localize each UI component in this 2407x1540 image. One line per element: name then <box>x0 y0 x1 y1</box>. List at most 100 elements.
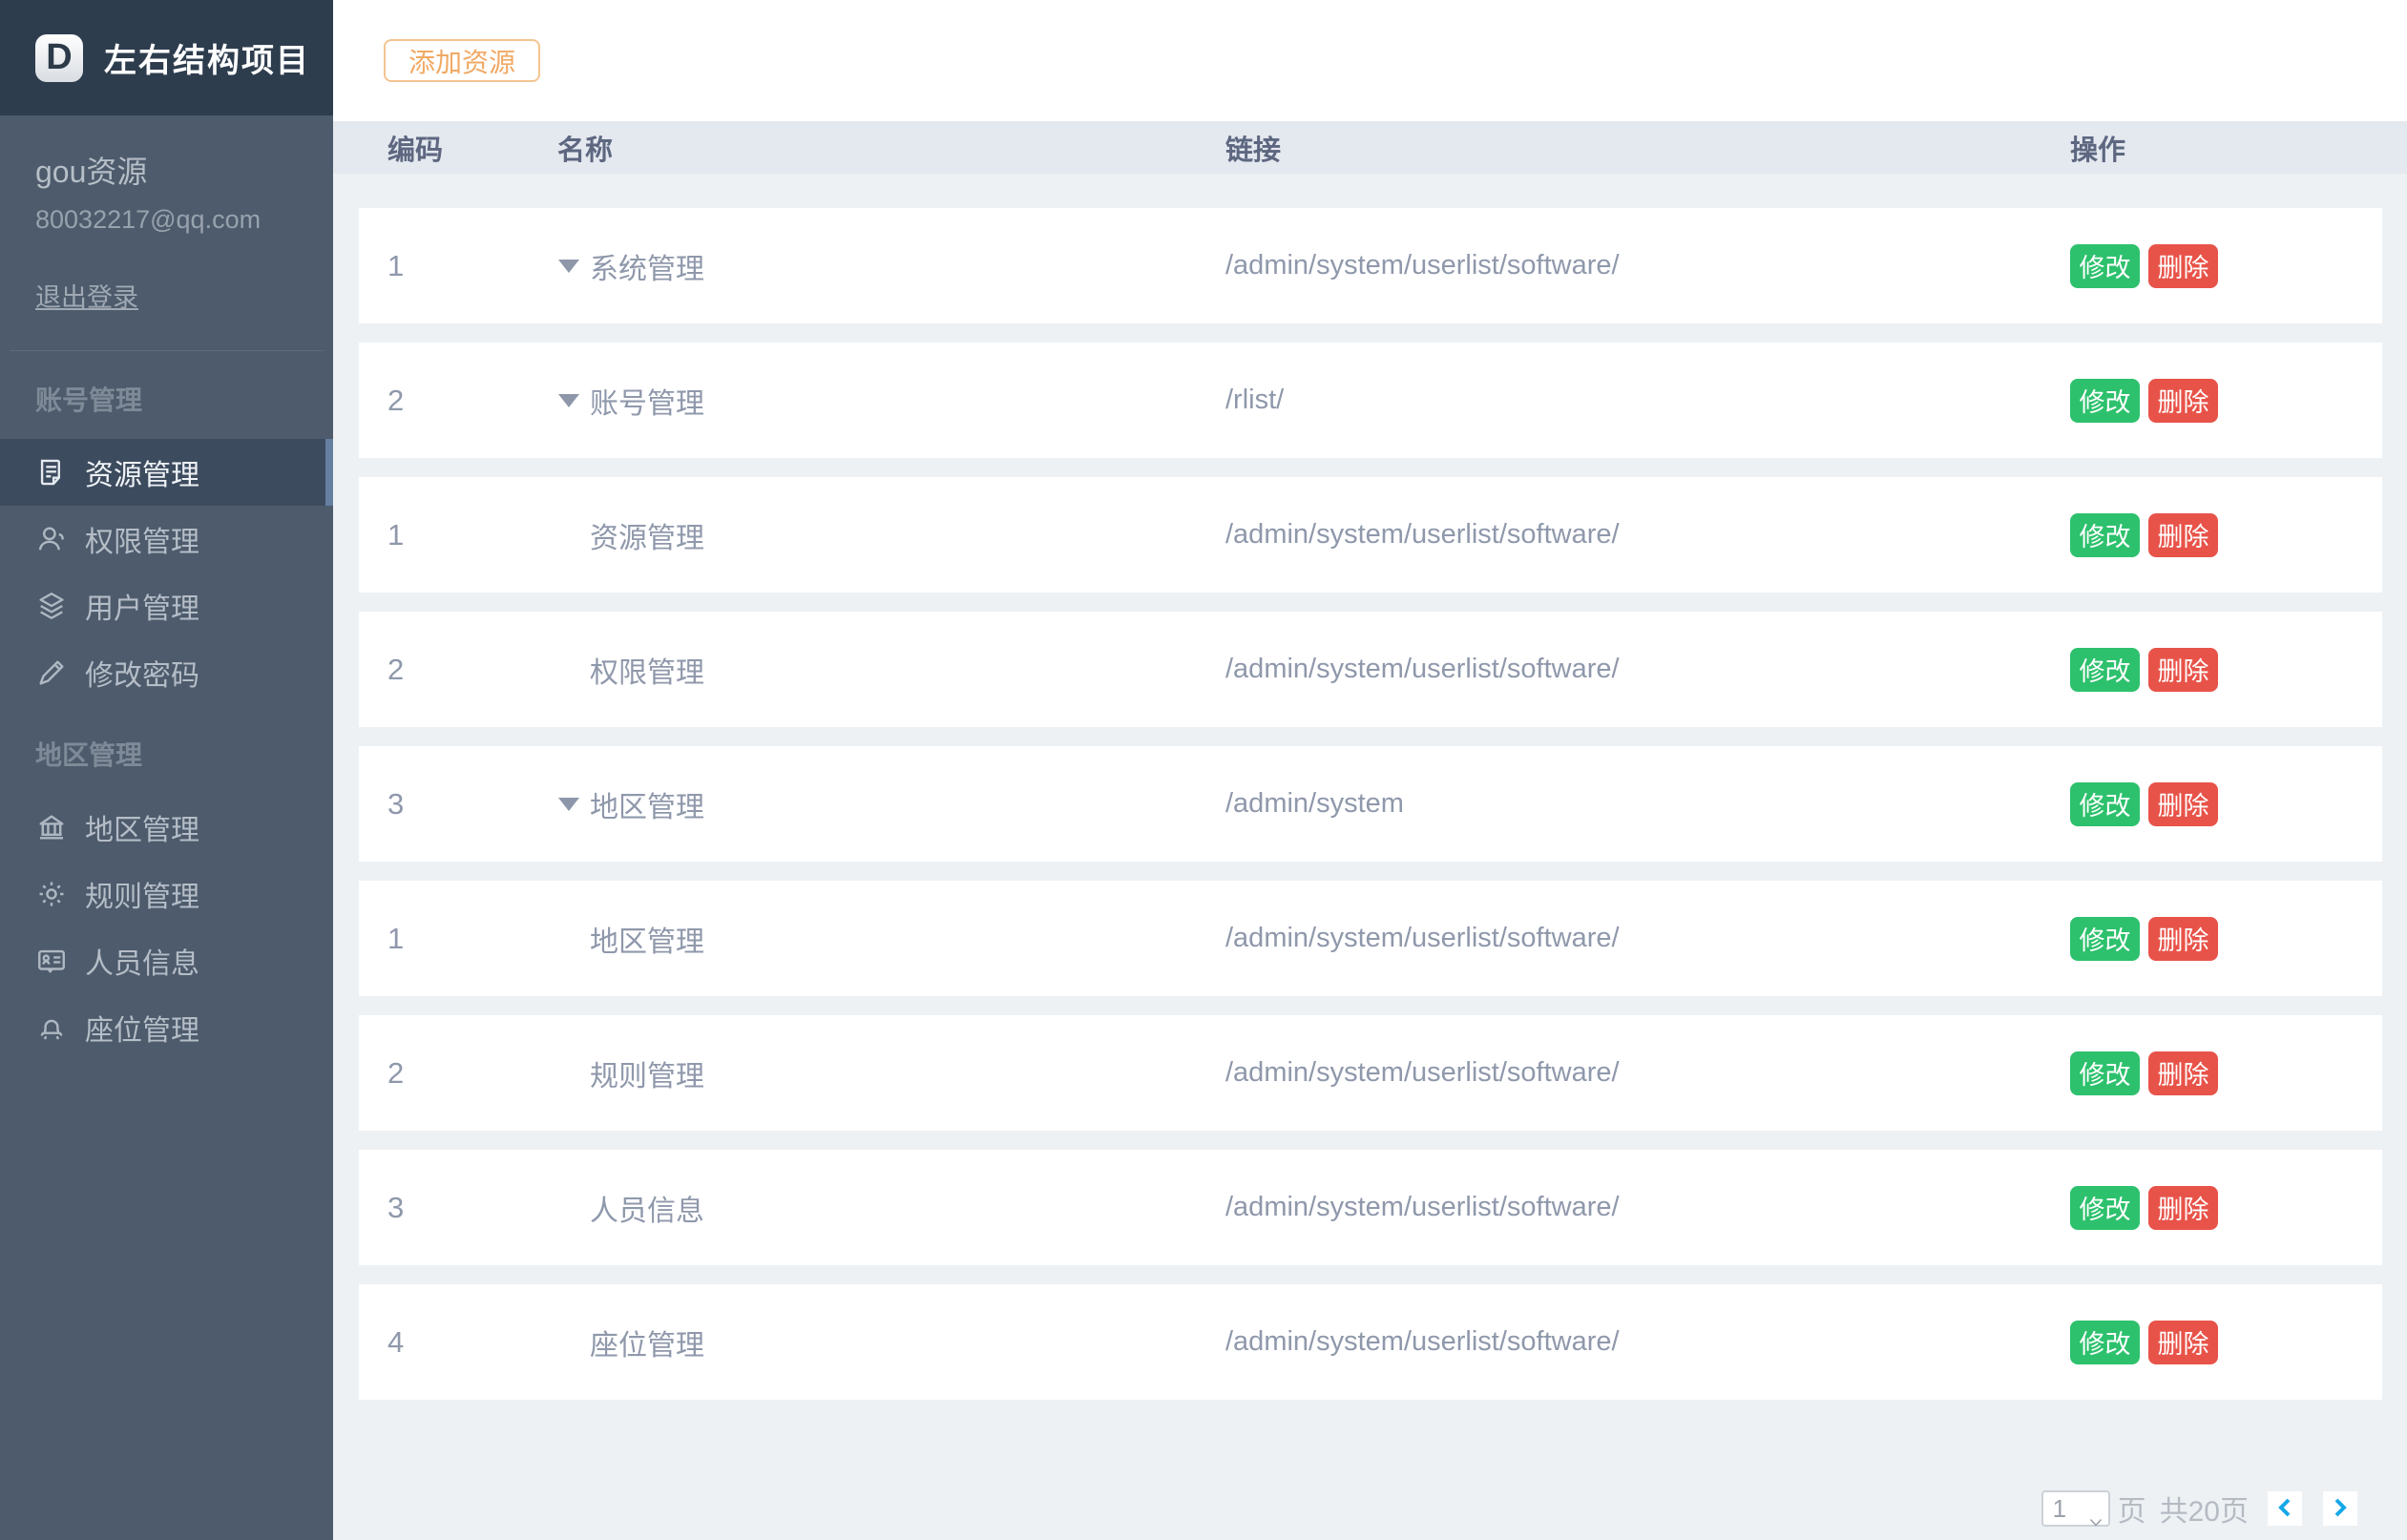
row-name: 资源管理 <box>557 514 1225 556</box>
table-body: 1 系统管理 /admin/system/userlist/software/ … <box>333 174 2407 1419</box>
page-total-label: 共20页 <box>2160 1488 2249 1530</box>
sidebar-section-label-account: 账号管理 <box>0 351 333 439</box>
table-row: 3 地区管理 /admin/system 修改 删除 <box>359 746 2382 862</box>
table-row: 1 地区管理 /admin/system/userlist/software/ … <box>359 881 2382 996</box>
row-code: 4 <box>387 1325 557 1360</box>
delete-button[interactable]: 删除 <box>2148 244 2218 288</box>
sidebar-item-label: 用户管理 <box>85 585 199 627</box>
row-actions: 修改 删除 <box>2070 1051 2382 1095</box>
edit-button[interactable]: 修改 <box>2070 1321 2140 1364</box>
caret-down-icon[interactable] <box>557 258 580 274</box>
edit-button[interactable]: 修改 <box>2070 1186 2140 1230</box>
row-link: /admin/system/userlist/software/ <box>1225 923 2070 954</box>
delete-button[interactable]: 删除 <box>2148 513 2218 557</box>
caret-down-icon[interactable] <box>557 392 580 408</box>
row-link: /admin/system/userlist/software/ <box>1225 519 2070 551</box>
row-link: /admin/system <box>1225 788 2070 820</box>
row-actions: 修改 删除 <box>2070 1321 2382 1364</box>
row-link: /admin/system/userlist/software/ <box>1225 250 2070 281</box>
user-email: 80032217@qq.com <box>35 205 298 235</box>
row-name-text: 人员信息 <box>590 1187 704 1229</box>
sidebar-item-personnel-info[interactable]: 人员信息 <box>0 927 333 994</box>
sidebar-item-seat-mgmt[interactable]: 座位管理 <box>0 994 333 1061</box>
edit-button[interactable]: 修改 <box>2070 379 2140 423</box>
delete-button[interactable]: 删除 <box>2148 648 2218 692</box>
caret-down-icon[interactable] <box>557 796 580 812</box>
row-name: 账号管理 <box>557 380 1225 422</box>
column-header-code: 编码 <box>387 128 557 168</box>
row-name: 人员信息 <box>557 1187 1225 1229</box>
row-code: 2 <box>387 653 557 687</box>
column-header-actions: 操作 <box>2070 128 2407 168</box>
row-name-text: 座位管理 <box>590 1321 704 1363</box>
sidebar-item-change-password[interactable]: 修改密码 <box>0 639 333 706</box>
row-code: 1 <box>387 249 557 283</box>
row-actions: 修改 删除 <box>2070 648 2382 692</box>
next-page-button[interactable] <box>2323 1491 2357 1526</box>
table-row: 2 规则管理 /admin/system/userlist/software/ … <box>359 1015 2382 1131</box>
user-name: gou资源 <box>35 148 298 192</box>
delete-button[interactable]: 删除 <box>2148 1051 2218 1095</box>
add-resource-button[interactable]: 添加资源 <box>384 39 540 82</box>
pagination: 1 页 共20页 <box>333 1488 2407 1530</box>
table-row: 1 资源管理 /admin/system/userlist/software/ … <box>359 477 2382 593</box>
delete-button[interactable]: 删除 <box>2148 1321 2218 1364</box>
row-name: 座位管理 <box>557 1321 1225 1363</box>
column-header-name: 名称 <box>557 128 1225 168</box>
row-name-text: 资源管理 <box>590 514 704 556</box>
page-select-wrap: 1 <box>2041 1490 2110 1527</box>
sidebar-item-label: 座位管理 <box>85 1007 199 1049</box>
delete-button[interactable]: 删除 <box>2148 917 2218 961</box>
document-icon <box>35 456 68 489</box>
delete-button[interactable]: 删除 <box>2148 782 2218 826</box>
row-actions: 修改 删除 <box>2070 1186 2382 1230</box>
page-unit-label: 页 <box>2118 1488 2146 1530</box>
toolbar: 添加资源 <box>333 0 2407 121</box>
logout-link[interactable]: 退出登录 <box>35 277 138 314</box>
sidebar-item-label: 资源管理 <box>85 451 199 493</box>
page-select[interactable]: 1 <box>2041 1490 2110 1527</box>
row-name-text: 权限管理 <box>590 649 704 691</box>
row-actions: 修改 删除 <box>2070 513 2382 557</box>
sidebar-item-rule-mgmt[interactable]: 规则管理 <box>0 861 333 927</box>
edit-button[interactable]: 修改 <box>2070 244 2140 288</box>
table-header-row: 编码 名称 链接 操作 <box>333 121 2407 174</box>
row-link: /admin/system/userlist/software/ <box>1225 1057 2070 1089</box>
edit-button[interactable]: 修改 <box>2070 1051 2140 1095</box>
row-actions: 修改 删除 <box>2070 244 2382 288</box>
row-name-text: 地区管理 <box>590 918 704 960</box>
sidebar-item-user-mgmt[interactable]: 用户管理 <box>0 572 333 639</box>
row-actions: 修改 删除 <box>2070 379 2382 423</box>
edit-button[interactable]: 修改 <box>2070 513 2140 557</box>
bell-icon <box>35 1011 68 1044</box>
row-name: 地区管理 <box>557 783 1225 825</box>
user-icon <box>35 523 68 555</box>
bank-icon <box>35 811 68 843</box>
layers-icon <box>35 590 68 622</box>
sidebar-item-region-mgmt[interactable]: 地区管理 <box>0 794 333 861</box>
edit-button[interactable]: 修改 <box>2070 782 2140 826</box>
edit-button[interactable]: 修改 <box>2070 648 2140 692</box>
row-name-text: 账号管理 <box>590 380 704 422</box>
sidebar-item-label: 地区管理 <box>85 806 199 848</box>
row-name-text: 系统管理 <box>590 245 704 287</box>
main-content: 添加资源 编码 名称 链接 操作 1 系统管理 /admin/system/us… <box>333 0 2407 1540</box>
row-name-text: 地区管理 <box>590 783 704 825</box>
sidebar-item-label: 规则管理 <box>85 873 199 915</box>
pen-icon <box>35 656 68 689</box>
edit-button[interactable]: 修改 <box>2070 917 2140 961</box>
sidebar-item-resource-mgmt[interactable]: 资源管理 <box>0 439 333 506</box>
delete-button[interactable]: 删除 <box>2148 1186 2218 1230</box>
table-row: 3 人员信息 /admin/system/userlist/software/ … <box>359 1150 2382 1265</box>
sidebar-item-permission-mgmt[interactable]: 权限管理 <box>0 506 333 572</box>
previous-page-button[interactable] <box>2268 1491 2302 1526</box>
delete-button[interactable]: 删除 <box>2148 379 2218 423</box>
row-name: 系统管理 <box>557 245 1225 287</box>
row-code: 2 <box>387 1056 557 1091</box>
row-link: /admin/system/userlist/software/ <box>1225 654 2070 685</box>
app-logo-icon: D <box>35 34 83 82</box>
row-code: 2 <box>387 384 557 418</box>
sidebar-item-label: 修改密码 <box>85 652 199 694</box>
id-card-icon <box>35 945 68 977</box>
column-header-link: 链接 <box>1225 128 2070 168</box>
